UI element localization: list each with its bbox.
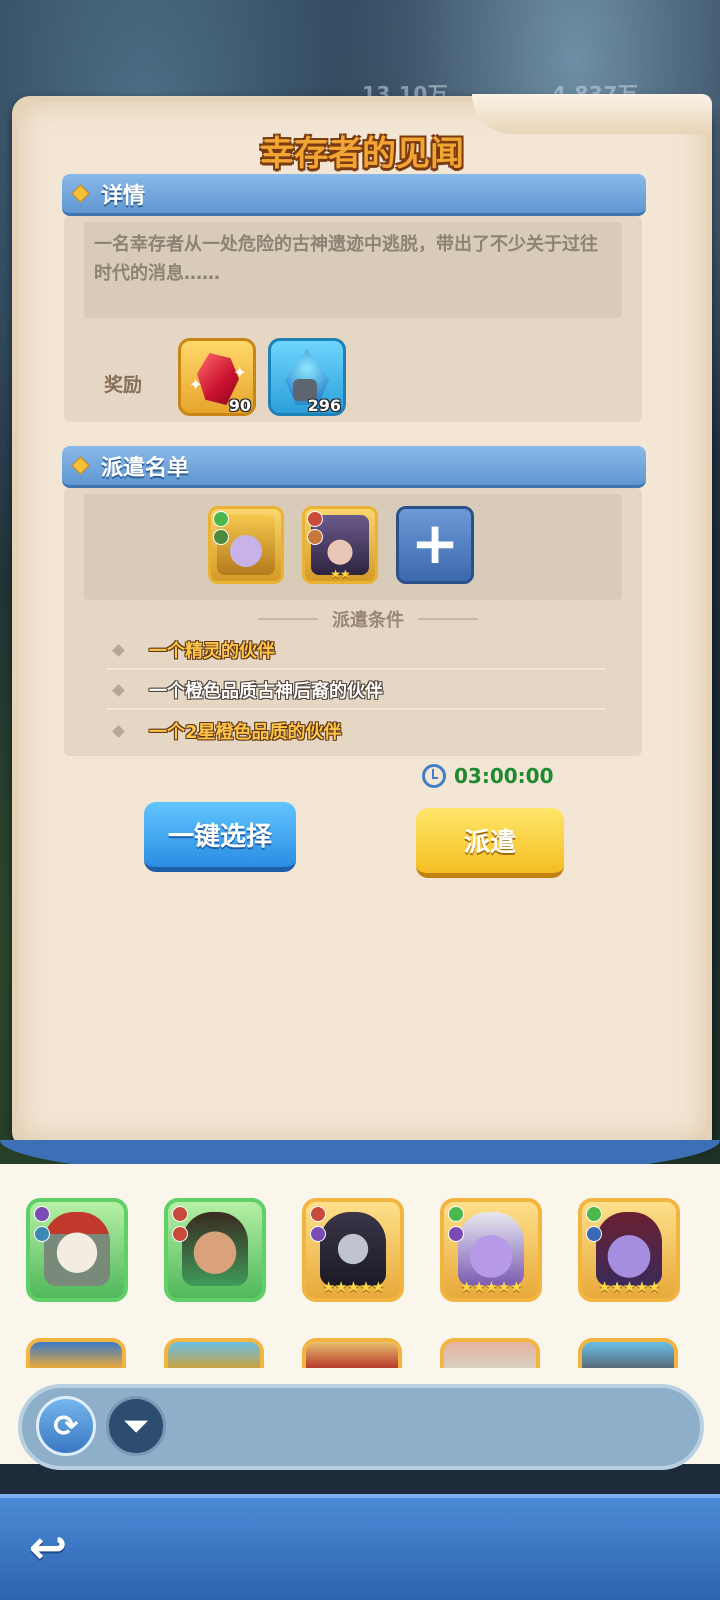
race-icon xyxy=(310,1206,326,1222)
bullet-icon xyxy=(112,683,125,697)
dispatch-timer: 03:00:00 xyxy=(422,764,554,788)
hero-card-skeleton[interactable] xyxy=(26,1198,128,1302)
hero-portrait xyxy=(320,1212,386,1286)
conditions-title-row: 派遣条件 xyxy=(18,606,718,632)
hero-card-imp[interactable]: ★★★★★ xyxy=(440,1198,542,1302)
hero-stars: ★★★★★ xyxy=(321,1278,385,1296)
hero-portrait xyxy=(596,1212,662,1286)
bullet-icon xyxy=(112,643,125,657)
refresh-button[interactable]: ⟳ xyxy=(36,1396,96,1456)
hero-card-peek[interactable] xyxy=(26,1338,126,1368)
details-header-label: 详情 xyxy=(101,183,146,209)
dispatch-header: 派遣名单 xyxy=(62,446,646,488)
race-icon xyxy=(586,1206,602,1222)
reward-label: 奖励 xyxy=(104,374,143,396)
hero-card-peek[interactable] xyxy=(440,1338,540,1368)
reward-count: 90 xyxy=(228,396,251,415)
hero-portrait xyxy=(182,1212,248,1286)
class-icon xyxy=(172,1226,188,1242)
bottom-nav-bar: ↩ xyxy=(0,1494,720,1600)
timer-text: 03:00:00 xyxy=(454,764,554,788)
hero-portrait xyxy=(44,1212,110,1286)
condition-text: 一个精灵的伙伴 xyxy=(149,641,275,662)
reward-count: 296 xyxy=(307,396,341,415)
panel-title: 幸存者的见闻 xyxy=(260,134,464,174)
filter-icon: ⏷ xyxy=(124,1408,148,1444)
reward-item-ruby[interactable]: ✦ ✦ 90 xyxy=(178,338,256,416)
back-arrow-icon: ↩ xyxy=(28,1520,68,1574)
plus-icon: + xyxy=(410,509,460,577)
condition-row-3: 一个2星橙色品质的伙伴 xyxy=(106,712,606,750)
race-icon xyxy=(307,511,323,527)
race-icon xyxy=(34,1206,50,1222)
race-icon xyxy=(172,1206,188,1222)
back-button[interactable]: ↩ xyxy=(16,1520,80,1576)
hero-card-peek[interactable] xyxy=(164,1338,264,1368)
roster-toolbar: ⟳ ⏷ xyxy=(18,1384,704,1470)
class-icon xyxy=(34,1226,50,1242)
dispatch-header-label: 派遣名单 xyxy=(101,455,190,481)
hero-portrait xyxy=(458,1212,524,1286)
race-icon xyxy=(213,511,229,527)
hero-stars: ★★ xyxy=(330,567,351,581)
condition-row-2: 一个橙色品质古神后裔的伙伴 xyxy=(106,672,606,710)
diamond-icon xyxy=(71,184,90,203)
class-icon xyxy=(307,529,323,545)
dispatch-slot-2[interactable]: ★★ xyxy=(302,506,378,584)
hero-card-dark-knight[interactable]: ★★★★★ xyxy=(302,1198,404,1302)
class-icon xyxy=(310,1226,326,1242)
class-icon xyxy=(448,1226,464,1242)
diamond-icon xyxy=(71,456,90,475)
reward-item-stone[interactable]: 296 xyxy=(268,338,346,416)
hero-card-peek[interactable] xyxy=(302,1338,402,1368)
race-icon xyxy=(448,1206,464,1222)
hero-stars: ★★★★★ xyxy=(459,1278,523,1296)
bullet-icon xyxy=(112,724,125,738)
hero-stars: ★★★★★ xyxy=(597,1278,661,1296)
clock-icon xyxy=(422,764,446,788)
class-icon xyxy=(213,529,229,545)
filter-button[interactable]: ⏷ xyxy=(106,1396,166,1456)
hero-card-peek[interactable] xyxy=(578,1338,678,1368)
condition-row-1: 一个精灵的伙伴 xyxy=(106,632,606,670)
refresh-icon: ⟳ xyxy=(53,1408,79,1444)
expedition-panel: 幸存者的见闻 详情 一名幸存者从一处危险的古神遗迹中逃脱，带出了不少关于过往时代… xyxy=(12,94,712,1146)
dispatch-slot-1[interactable] xyxy=(208,506,284,584)
add-hero-button[interactable]: + xyxy=(396,506,474,584)
conditions-title: 派遣条件 xyxy=(332,610,404,631)
hero-card-vampire[interactable]: ★★★★★ xyxy=(578,1198,680,1302)
class-icon xyxy=(586,1226,602,1242)
details-header: 详情 xyxy=(62,174,646,216)
auto-select-button[interactable]: 一键选择 xyxy=(144,802,296,872)
condition-text: 一个2星橙色品质的伙伴 xyxy=(149,722,342,743)
condition-text: 一个橙色品质古神后裔的伙伴 xyxy=(149,681,383,702)
dispatch-button[interactable]: 派遣 xyxy=(416,808,564,878)
mission-description: 一名幸存者从一处危险的古神遗迹中逃脱，带出了不少关于过往时代的消息…… xyxy=(84,222,622,318)
hero-card-warrior[interactable] xyxy=(164,1198,266,1302)
